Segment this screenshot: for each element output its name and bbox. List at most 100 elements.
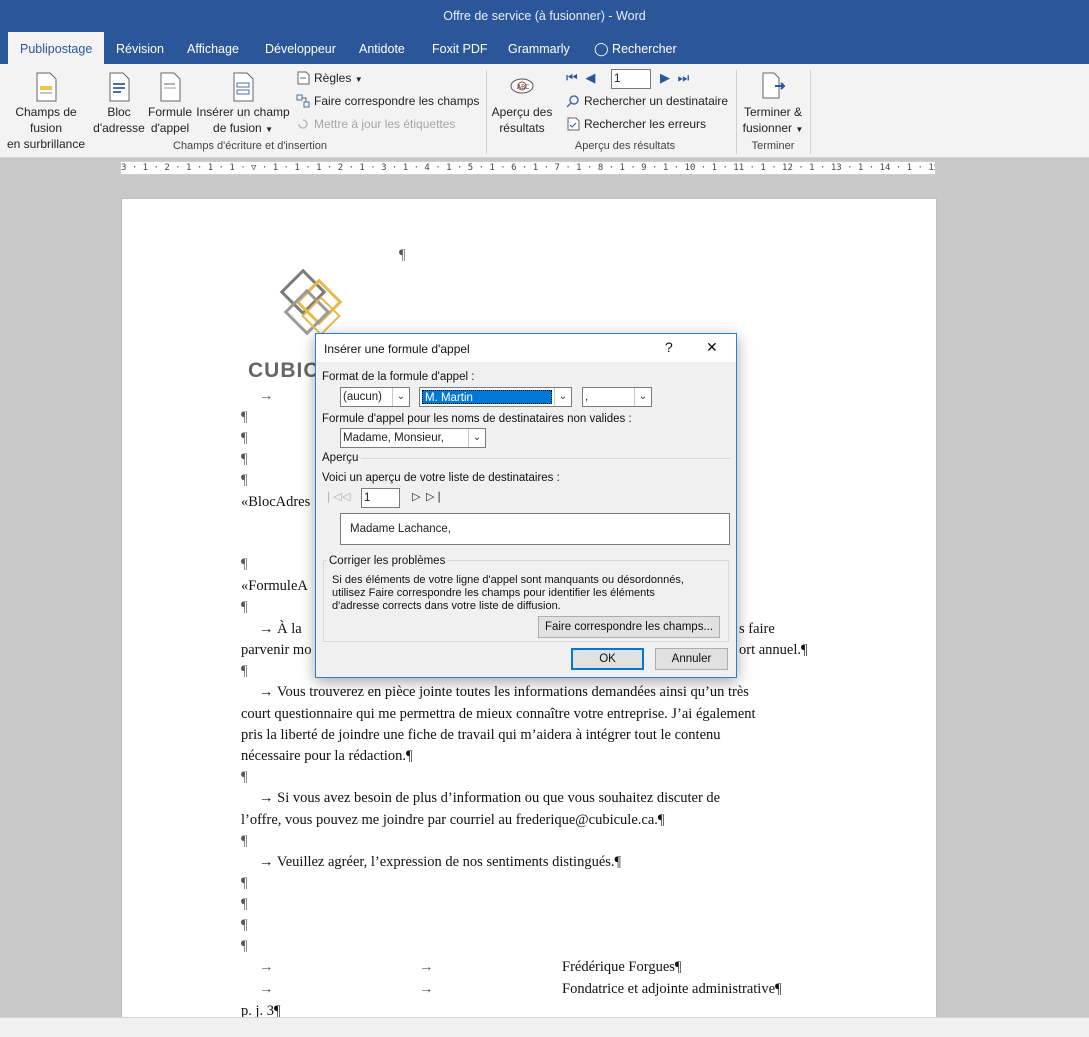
ok-button[interactable]: OK xyxy=(571,648,644,670)
tab-arrow: → xyxy=(419,959,434,975)
pilcrow: ¶ xyxy=(241,451,248,467)
dialog-title: Insérer une formule d'appel xyxy=(324,342,470,356)
next-record-icon[interactable]: ▶ xyxy=(660,70,670,85)
insert-field-label-1: Insérer un champ xyxy=(196,105,290,119)
highlight-merge-fields-button[interactable]: Champs de fusion en surbrillance xyxy=(0,72,92,152)
rules-icon xyxy=(297,71,310,85)
record-number-input[interactable]: 1 xyxy=(611,69,651,89)
name-format-select[interactable]: M. Martin ⌄ xyxy=(419,387,572,407)
next-preview-icon[interactable]: ▷ xyxy=(412,490,420,503)
pilcrow: ¶ xyxy=(241,663,248,679)
chevron-down-icon: ⌄ xyxy=(554,388,571,406)
ribbon: Champs de fusion en surbrillance Bloc d'… xyxy=(0,64,1089,158)
address-block-label-1: Bloc xyxy=(107,105,131,119)
record-navigation: ⏮ ◀ xyxy=(566,70,595,86)
chevron-down-icon: ⌄ xyxy=(468,429,485,447)
format-label: Format de la formule d'appel : xyxy=(322,371,475,383)
chevron-down-icon: ⌄ xyxy=(392,388,409,406)
group-separator xyxy=(810,70,811,154)
title-format-select[interactable]: (aucun) ⌄ xyxy=(340,387,410,407)
find-recipient-button[interactable]: Rechercher un destinataire xyxy=(566,94,728,108)
magnifier-icon xyxy=(566,95,579,108)
dropdown-arrow-icon: ▼ xyxy=(795,125,804,134)
tab-developpeur[interactable]: Développeur xyxy=(265,32,336,64)
tab-revision[interactable]: Révision xyxy=(116,32,164,64)
signature-title: Fondatrice et adjointe administrative¶ xyxy=(562,981,782,997)
title-bar: Offre de service (à fusionner) - Word xyxy=(0,0,1089,32)
group-label-fields: Champs d'écriture et d'insertion xyxy=(173,140,327,152)
divider xyxy=(361,458,731,459)
address-block-icon xyxy=(109,72,130,102)
dropdown-arrow-icon: ▼ xyxy=(265,125,273,134)
tab-arrow: → xyxy=(259,959,274,975)
chevron-down-icon: ⌄ xyxy=(634,388,651,406)
horizontal-ruler[interactable]: 3 · 1 · 2 · 1 · 1 · 1 · ▽ · 1 · 1 · 1 · … xyxy=(120,161,936,175)
insert-field-label-2: de fusion ▼ xyxy=(213,121,273,135)
greeting-field: «FormuleA xyxy=(241,578,308,594)
invalid-names-label: Formule d'appel pour les noms de destina… xyxy=(322,413,632,425)
cancel-button[interactable]: Annuler xyxy=(655,648,728,670)
invalid-greeting-select[interactable]: Madame, Monsieur, ⌄ xyxy=(340,428,486,448)
check-errors-button[interactable]: Rechercher les erreurs xyxy=(566,117,706,131)
group-separator xyxy=(486,70,487,154)
insert-merge-field-button[interactable]: Insérer un champ de fusion ▼ xyxy=(196,72,290,138)
logo-text: CUBIC xyxy=(248,359,320,382)
fix-text-3: d'adresse corrects dans votre liste de d… xyxy=(332,600,561,612)
pilcrow: ¶ xyxy=(241,599,248,615)
previous-record-icon[interactable]: ◀ xyxy=(585,70,595,85)
prev-preview-icon: ◁ xyxy=(342,491,351,503)
pilcrow: ¶ xyxy=(241,875,248,891)
update-labels-button[interactable]: Mettre à jour les étiquettes xyxy=(296,117,455,131)
last-preview-icon[interactable]: ▷❘ xyxy=(426,490,444,503)
preview-section-label: Aperçu xyxy=(322,452,359,464)
first-preview-icon: ❘◁ xyxy=(324,491,342,503)
address-block-button[interactable]: Bloc d'adresse xyxy=(93,72,145,136)
fix-problems-label: Corriger les problèmes xyxy=(327,555,448,567)
check-document-icon xyxy=(567,117,580,131)
tab-affichage[interactable]: Affichage xyxy=(187,32,239,64)
rules-button[interactable]: Règles ▼ xyxy=(296,71,363,85)
lightbulb-icon: ◯ xyxy=(594,41,609,56)
highlight-label-2: en surbrillance xyxy=(6,137,86,151)
address-block-field: «BlocAdres xyxy=(241,494,311,510)
paragraph-3-line-2: l’offre, vous pouvez me joindre par cour… xyxy=(241,812,665,828)
paragraph-1-line-2-end: ort annuel.¶ xyxy=(739,642,808,658)
tab-publipostage[interactable]: Publipostage xyxy=(8,32,105,64)
greeting-line-label-1: Formule xyxy=(147,105,192,119)
close-icon[interactable]: ✕ xyxy=(706,339,718,356)
signature-name: Frédérique Forgues¶ xyxy=(562,959,682,975)
tab-grammarly[interactable]: Grammarly xyxy=(508,32,570,64)
refresh-icon xyxy=(298,119,308,129)
pilcrow: ¶ xyxy=(241,833,248,849)
first-record-icon[interactable]: ⏮ xyxy=(566,70,578,85)
tab-arrow: → xyxy=(259,981,274,997)
insert-field-icon xyxy=(233,72,254,102)
match-fields-icon xyxy=(296,94,310,108)
preview-results-button[interactable]: ABC Aperçu des résultats xyxy=(490,72,554,136)
paragraph-1-line-1: → À la xyxy=(259,621,302,637)
pilcrow: ¶ xyxy=(241,917,248,933)
group-separator xyxy=(736,70,737,154)
paragraph-1-line-2: parvenir mo xyxy=(241,642,312,658)
tab-antidote[interactable]: Antidote xyxy=(359,32,405,64)
punctuation-select[interactable]: , ⌄ xyxy=(582,387,652,407)
match-fields-dialog-button[interactable]: Faire correspondre les champs... xyxy=(538,616,720,638)
tab-foxit[interactable]: Foxit PDF xyxy=(432,32,488,64)
paragraph-2-line-1: → Vous trouverez en pièce jointe toutes … xyxy=(259,684,749,700)
preview-text: Madame Lachance, xyxy=(350,523,452,535)
match-fields-button[interactable]: Faire correspondre les champs xyxy=(296,94,479,108)
fix-text-2: utilisez Faire correspondre les champs p… xyxy=(332,587,655,599)
greeting-line-label-2: d'appel xyxy=(150,121,190,135)
record-navigation-right: ▶ ⏭ xyxy=(660,70,689,86)
preview-record-input[interactable]: 1 xyxy=(361,488,400,508)
fix-text-1: Si des éléments de votre ligne d'appel s… xyxy=(332,574,684,586)
greeting-line-button[interactable]: Formule d'appel xyxy=(145,72,195,136)
group-label-preview: Aperçu des résultats xyxy=(574,140,676,152)
insert-greeting-dialog: Insérer une formule d'appel ? ✕ Format d… xyxy=(315,333,737,678)
tab-search-label: Rechercher xyxy=(612,42,677,56)
paragraph-2-line-3: pris la liberté de joindre une fiche de … xyxy=(241,727,721,743)
finish-merge-button[interactable]: Terminer & fusionner ▼ xyxy=(740,72,806,138)
tab-search[interactable]: ◯ Rechercher xyxy=(594,32,677,64)
last-record-icon[interactable]: ⏭ xyxy=(678,70,690,85)
help-button[interactable]: ? xyxy=(665,339,673,355)
